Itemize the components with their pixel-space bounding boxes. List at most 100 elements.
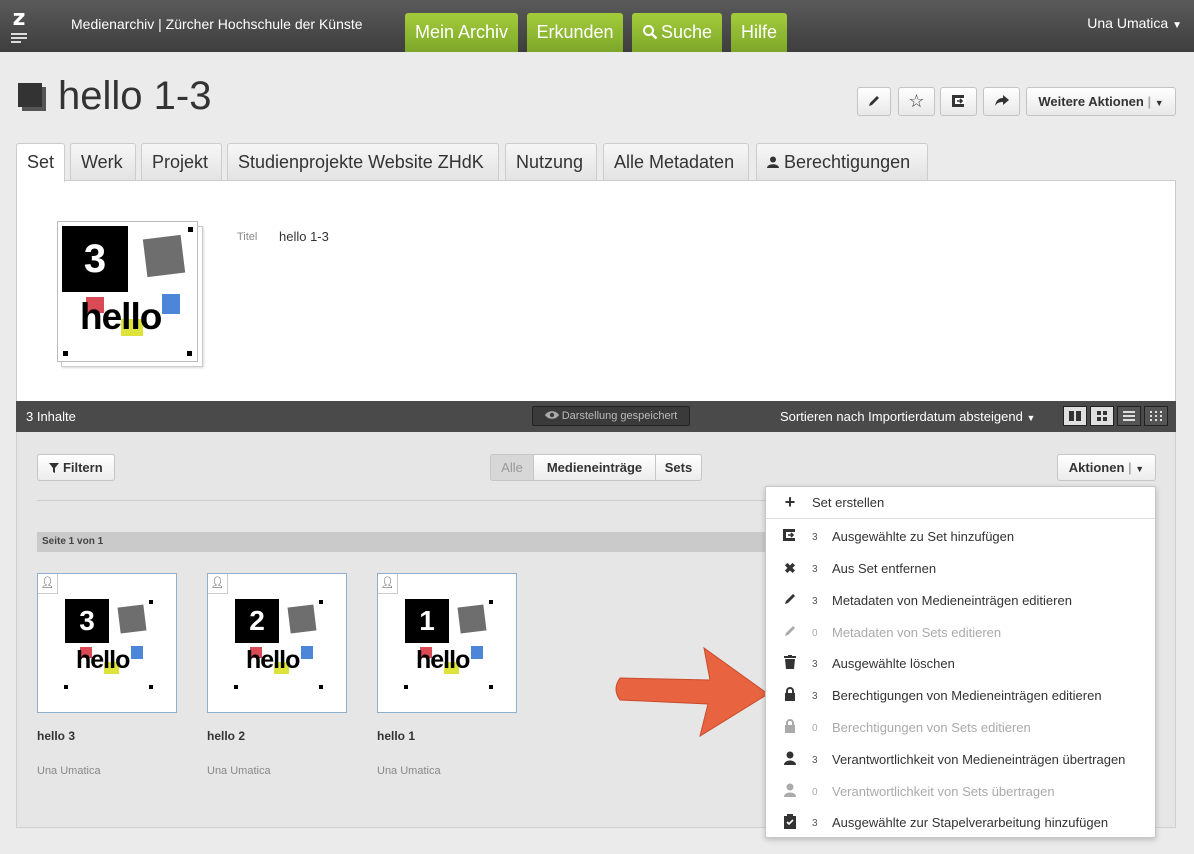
nav-search-label: Suche — [660, 22, 713, 42]
view-grid-button[interactable] — [1090, 406, 1114, 426]
tab-nutzung[interactable]: Nutzung — [505, 143, 597, 181]
filter-sets-button[interactable]: Sets — [655, 454, 702, 481]
actions-label: Aktionen — [1068, 460, 1125, 475]
owner-user-icon: 👤︎ — [378, 574, 398, 594]
tab-studienprojekte[interactable]: Studienprojekte Website ZHdK — [227, 143, 499, 181]
filter-all-button[interactable]: Alle — [490, 454, 534, 481]
content-count: 3 Inhalte — [26, 409, 76, 424]
caret-down-icon: ▼ — [1172, 20, 1182, 31]
edit-button[interactable] — [857, 87, 891, 116]
menu-item-delete-selected[interactable]: 3 Ausgewählte löschen — [766, 648, 1155, 679]
card-title[interactable]: hello 2 — [207, 729, 245, 743]
grid-icon — [1097, 411, 1107, 421]
view-compact-button[interactable] — [1144, 406, 1168, 426]
menu-divider — [766, 518, 1155, 519]
actions-dropdown[interactable]: Aktionen | ▼ — [1057, 454, 1156, 481]
meta-label-title: Titel — [237, 231, 258, 243]
view-tiles-button[interactable] — [1063, 406, 1087, 426]
user-name: Una Umatica — [1087, 15, 1169, 31]
remove-icon: ✖ — [784, 560, 796, 576]
add-to-set-icon — [951, 95, 966, 107]
media-entry-card[interactable]: 2 hello 👤︎ — [207, 573, 347, 713]
nav-help-button[interactable]: Hilfe — [731, 13, 787, 52]
menu-item-label: Berechtigungen von Medieneinträgen editi… — [832, 688, 1102, 703]
pencil-icon — [782, 624, 798, 640]
filter-button[interactable]: Filtern — [37, 454, 115, 481]
caret-down-icon: ▼ — [1135, 464, 1145, 474]
user-icon — [767, 156, 779, 168]
menu-item-edit-media-metadata[interactable]: 3 Metadaten von Medieneinträgen editiere… — [766, 585, 1155, 616]
filter-label: Filtern — [62, 460, 103, 475]
menu-item-transfer-media-responsibility[interactable]: 3 Verantwortlichkeit von Medieneinträgen… — [766, 744, 1155, 775]
sort-dropdown[interactable]: Sortieren nach Importierdatum absteigend… — [780, 409, 1035, 424]
tab-alle-metadaten[interactable]: Alle Metadaten — [603, 143, 749, 181]
plus-icon: + — [784, 492, 796, 512]
menu-item-count: 3 — [812, 532, 818, 543]
nav-my-archive-button[interactable]: Mein Archiv — [405, 13, 518, 52]
set-thumbnail[interactable]: 3 hello — [57, 221, 198, 362]
clipboard-icon — [782, 814, 798, 830]
pencil-icon — [869, 96, 879, 106]
menu-item-label: Ausgewählte zu Set hinzufügen — [832, 529, 1015, 544]
thumb-word: hello — [416, 646, 470, 674]
list-icon — [1123, 411, 1135, 421]
search-icon — [642, 25, 658, 40]
menu-item-edit-media-permissions[interactable]: 3 Berechtigungen von Medieneinträgen edi… — [766, 680, 1155, 711]
set-icon — [18, 83, 46, 111]
actions-menu: + Set erstellen 3 Ausgewählte zu Set hin… — [765, 486, 1156, 838]
menu-item-count: 3 — [812, 596, 818, 607]
more-actions-dropdown[interactable]: Weitere Aktionen | ▼ — [1026, 87, 1176, 116]
add-to-set-button[interactable] — [940, 87, 977, 116]
owner-user-icon: 👤︎ — [208, 574, 228, 594]
thumb-word: hello — [246, 646, 300, 674]
caret-down-icon: ▼ — [1026, 413, 1036, 423]
card-author: Una Umatica — [37, 765, 101, 777]
app-title[interactable]: Medienarchiv | Zürcher Hochschule der Kü… — [71, 16, 363, 32]
menu-item-label: Verantwortlichkeit von Sets übertragen — [832, 784, 1055, 799]
tab-set[interactable]: Set — [16, 143, 65, 182]
meta-value-title: hello 1-3 — [279, 229, 329, 244]
annotation-arrow — [615, 646, 769, 738]
card-title[interactable]: hello 1 — [377, 729, 415, 743]
tab-werk[interactable]: Werk — [70, 143, 136, 181]
zhdk-logo[interactable]: z — [10, 6, 28, 43]
menu-item-label: Metadaten von Sets editieren — [832, 625, 1002, 640]
menu-item-label: Ausgewählte löschen — [832, 656, 955, 671]
tab-berechtigungen-label: Berechtigungen — [784, 152, 911, 172]
star-icon: ☆ — [908, 91, 925, 111]
share-arrow-icon — [994, 95, 1009, 106]
menu-item-create-set[interactable]: + Set erstellen — [766, 487, 1155, 518]
favorite-button[interactable]: ☆ — [898, 87, 935, 116]
menu-item-count: 3 — [812, 818, 818, 829]
add-to-set-icon — [782, 528, 798, 544]
menu-item-add-to-batch[interactable]: 3 Ausgewählte zur Stapelverarbeitung hin… — [766, 807, 1155, 838]
sort-label: Sortieren nach Importierdatum absteigend — [780, 409, 1023, 424]
trash-icon — [782, 655, 798, 671]
media-entry-card[interactable]: 1 hello 👤︎ — [377, 573, 517, 713]
media-entry-card[interactable]: 3 hello 👤︎ — [37, 573, 177, 713]
menu-item-edit-set-metadata: 0 Metadaten von Sets editieren — [766, 617, 1155, 648]
lock-icon — [782, 687, 798, 703]
nav-search-button[interactable]: Suche — [632, 13, 722, 52]
pencil-icon — [782, 592, 798, 608]
filter-media-entries-button[interactable]: Medieneinträge — [533, 454, 656, 481]
menu-item-count: 0 — [812, 723, 818, 734]
menu-item-count: 3 — [812, 659, 818, 670]
share-button[interactable] — [983, 87, 1020, 116]
menu-item-remove-from-set[interactable]: ✖ 3 Aus Set entfernen — [766, 553, 1155, 584]
divider — [37, 500, 767, 501]
card-title[interactable]: hello 3 — [37, 729, 75, 743]
thumb-word: hello — [76, 646, 130, 674]
tab-projekt[interactable]: Projekt — [141, 143, 222, 181]
user-menu[interactable]: Una Umatica ▼ — [1087, 15, 1182, 31]
user-icon — [782, 751, 798, 767]
nav-explore-button[interactable]: Erkunden — [527, 13, 623, 52]
menu-item-add-to-set[interactable]: 3 Ausgewählte zu Set hinzufügen — [766, 521, 1155, 552]
menu-item-count: 0 — [812, 628, 818, 639]
menu-item-count: 3 — [812, 691, 818, 702]
filter-icon — [49, 463, 60, 473]
tab-berechtigungen[interactable]: Berechtigungen — [756, 143, 928, 181]
view-list-button[interactable] — [1117, 406, 1141, 426]
columns-icon — [1069, 411, 1081, 421]
menu-item-edit-set-permissions: 0 Berechtigungen von Sets editieren — [766, 712, 1155, 743]
